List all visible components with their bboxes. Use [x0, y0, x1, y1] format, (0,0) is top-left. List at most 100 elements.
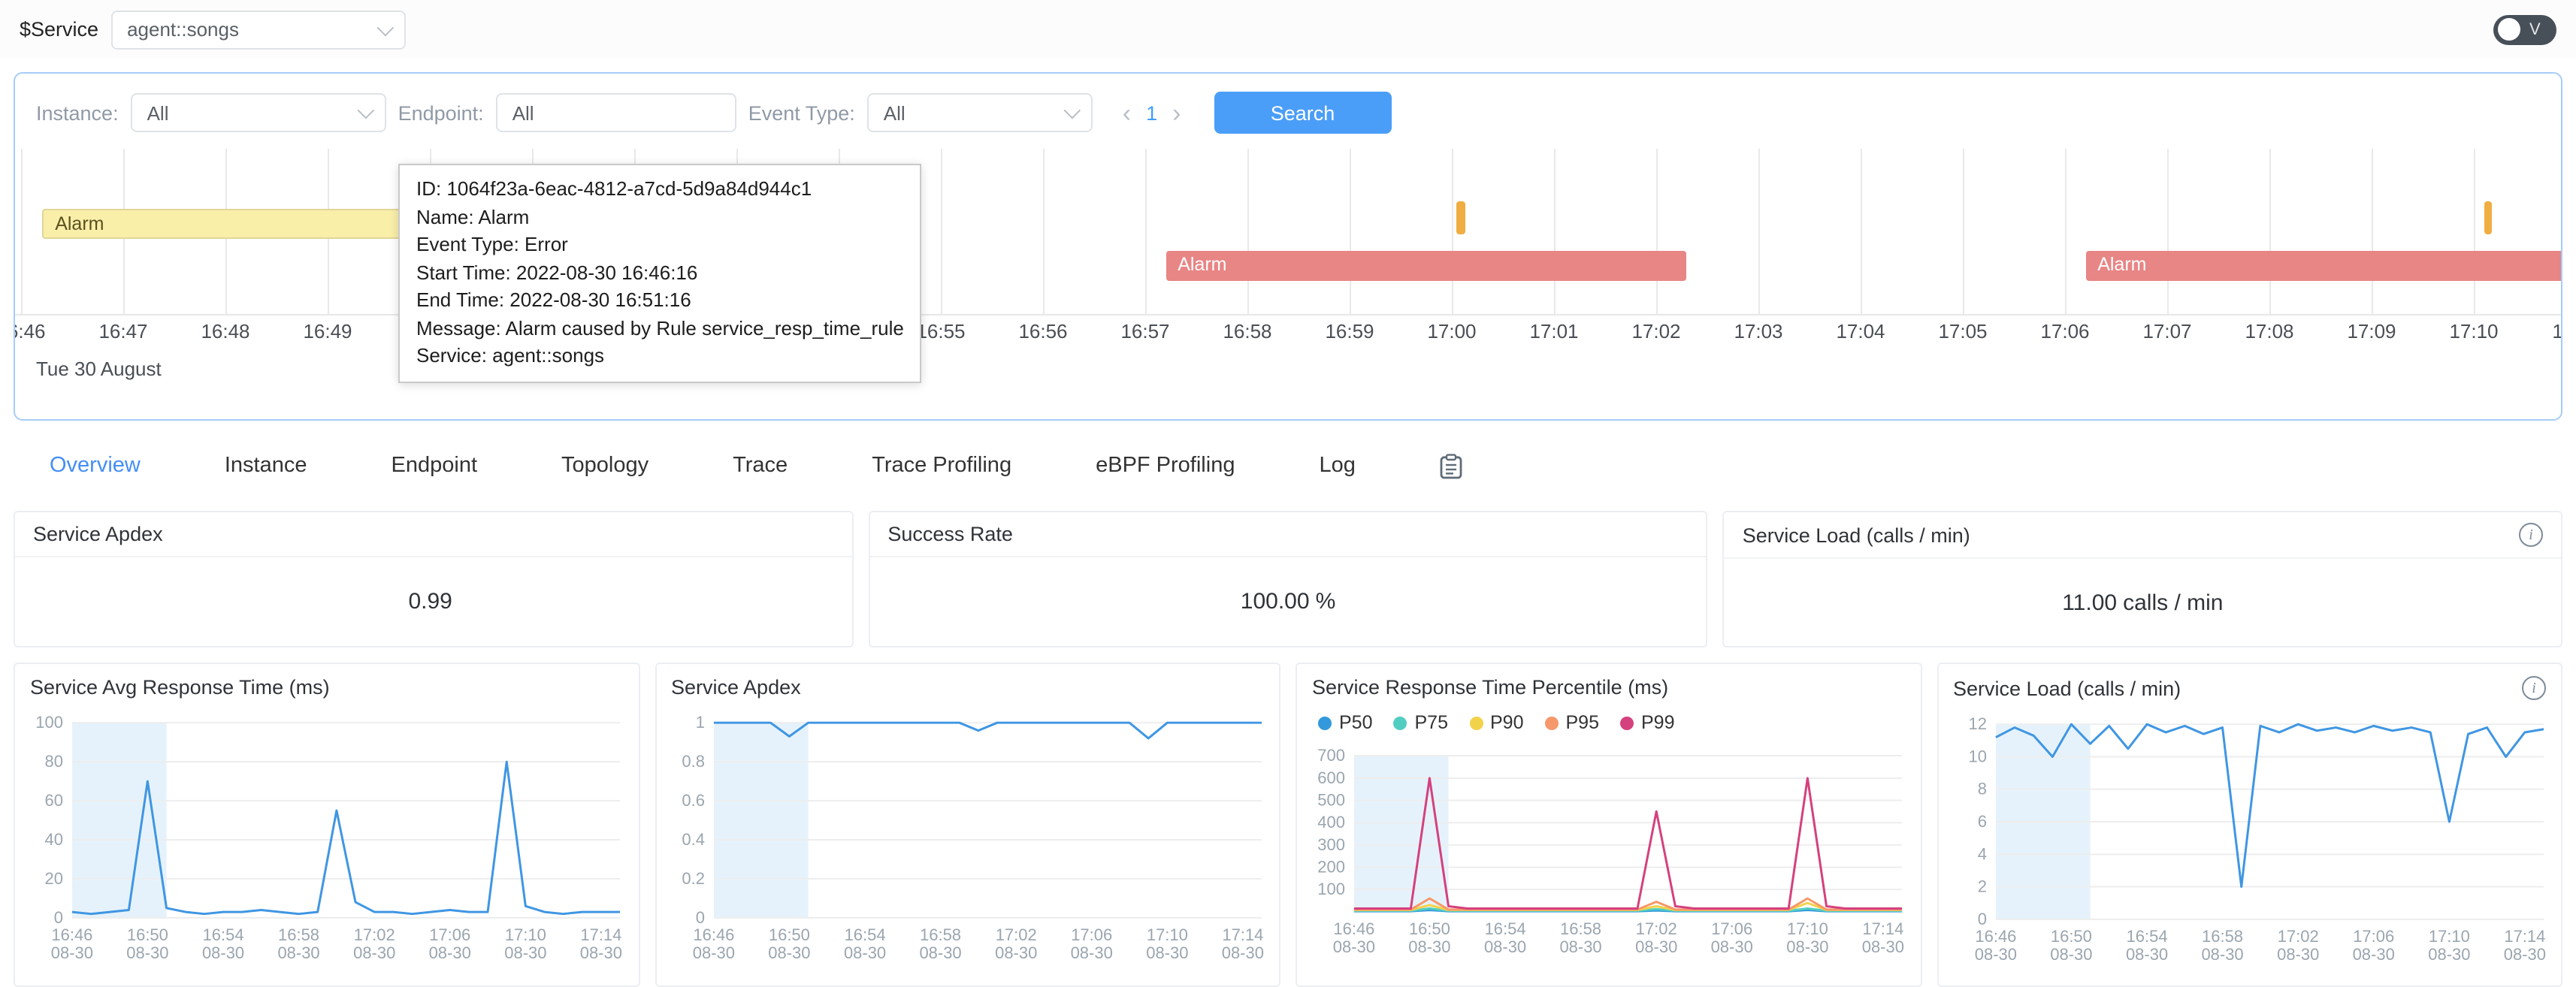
pagination: ‹ 1 ›	[1123, 100, 1181, 125]
svg-text:40: 40	[44, 830, 62, 849]
tab-endpoint[interactable]: Endpoint	[392, 454, 478, 478]
chart-card-percentile: Service Response Time Percentile (ms) P5…	[1296, 663, 1921, 987]
toggle-label: V	[2529, 20, 2541, 38]
time-tick-label: 16:49	[303, 320, 352, 343]
svg-text:16:5408-30: 16:5408-30	[843, 925, 885, 962]
tooltip-line: Start Time: 2022-08-30 16:46:16	[416, 259, 904, 287]
legend-item[interactable]: P99	[1620, 712, 1675, 733]
instance-label: Instance:	[36, 101, 119, 124]
tab-ebpf-profiling[interactable]: eBPF Profiling	[1096, 454, 1235, 478]
instance-select-value: All	[147, 101, 169, 124]
line-chart[interactable]: 10.80.60.40.2016:4608-3016:5008-3016:540…	[656, 708, 1279, 972]
legend-label: P90	[1490, 712, 1524, 733]
svg-text:17:0208-30: 17:0208-30	[1635, 919, 1677, 956]
chart-title: Service Load (calls / min)	[1953, 677, 2181, 699]
endpoint-input[interactable]	[496, 93, 736, 132]
svg-text:16:4608-30: 16:4608-30	[1974, 927, 2016, 964]
page-number[interactable]: 1	[1146, 101, 1157, 124]
tooltip-line: ID: 1064f23a-6eac-4812-a7cd-5d9a84d944c1	[416, 176, 904, 204]
svg-text:0: 0	[54, 908, 63, 927]
legend-item[interactable]: P90	[1469, 712, 1524, 733]
svg-text:8: 8	[1977, 780, 1986, 798]
chart-card-row: Service Avg Response Time (ms) 100806040…	[14, 663, 2562, 987]
legend-dot	[1545, 716, 1559, 729]
stat-card-service-apdex: Service Apdex 0.99	[14, 511, 853, 647]
svg-text:100: 100	[1317, 880, 1345, 898]
instance-select[interactable]: All	[131, 93, 386, 132]
chart-card-avg-response-time: Service Avg Response Time (ms) 100806040…	[14, 663, 639, 987]
legend-item[interactable]: P50	[1318, 712, 1373, 733]
svg-text:0: 0	[695, 908, 704, 927]
tab-bar: Overview Instance Endpoint Topology Trac…	[14, 445, 2562, 487]
legend-dot	[1620, 716, 1634, 729]
version-toggle[interactable]: V	[2493, 14, 2556, 44]
svg-text:16:5408-30: 16:5408-30	[2125, 927, 2167, 964]
line-chart[interactable]: 70060050040030020010016:4608-3016:5008-3…	[1297, 741, 1920, 966]
time-tick-label: 17:08	[2245, 320, 2293, 343]
svg-text:17:1408-30: 17:1408-30	[2503, 927, 2545, 964]
svg-text:1: 1	[695, 713, 704, 732]
svg-text:17:0608-30: 17:0608-30	[2352, 927, 2394, 964]
line-chart[interactable]: 12108642016:4608-3016:5008-3016:5408-301…	[1938, 709, 2561, 973]
event-marker[interactable]	[1457, 201, 1465, 234]
legend-item[interactable]: P95	[1545, 712, 1600, 733]
tab-log[interactable]: Log	[1319, 454, 1355, 478]
time-tick-label: 17:11	[2552, 320, 2562, 343]
time-tick-label: 17:06	[2040, 320, 2089, 343]
alarm-event-bar[interactable]: Alarm	[1166, 251, 1687, 281]
chart-card-service-load: Service Load (calls / min) i 12108642016…	[1937, 663, 2562, 987]
info-icon[interactable]: i	[2519, 523, 2543, 547]
tooltip-line: Service: agent::songs	[416, 343, 904, 370]
card-title: Service Load (calls / min)	[1743, 524, 1970, 546]
tab-topology[interactable]: Topology	[561, 454, 649, 478]
svg-text:17:0208-30: 17:0208-30	[994, 925, 1036, 962]
time-tick-label: 16:58	[1223, 320, 1271, 343]
svg-text:16:5408-30: 16:5408-30	[202, 925, 244, 962]
svg-text:200: 200	[1317, 858, 1345, 877]
svg-text:17:0208-30: 17:0208-30	[2276, 927, 2318, 964]
service-select[interactable]: agent::songs	[110, 10, 405, 49]
svg-text:2: 2	[1977, 877, 1986, 896]
time-tick-label: 16:57	[1120, 320, 1169, 343]
line-chart[interactable]: 10080604020016:4608-3016:5008-3016:5408-…	[15, 708, 638, 972]
svg-text:600: 600	[1317, 768, 1345, 787]
info-icon[interactable]: i	[2522, 676, 2546, 700]
legend-label: P95	[1566, 712, 1600, 733]
prev-page-icon[interactable]: ‹	[1123, 100, 1131, 125]
svg-text:80: 80	[44, 752, 62, 771]
event-type-select[interactable]: All	[867, 93, 1093, 132]
tab-trace-profiling[interactable]: Trace Profiling	[872, 454, 1011, 478]
chevron-down-icon	[357, 102, 374, 119]
event-marker[interactable]	[2484, 201, 2493, 234]
svg-text:400: 400	[1317, 813, 1345, 832]
time-tick-label: 16:56	[1018, 320, 1067, 343]
tab-overview[interactable]: Overview	[50, 454, 141, 478]
endpoint-label: Endpoint:	[398, 101, 484, 124]
clipboard-icon[interactable]	[1440, 453, 1462, 478]
time-tick-label: 17:07	[2142, 320, 2191, 343]
event-timeline[interactable]: 16:4616:4716:4816:4916:5016:5116:5216:53…	[15, 149, 2561, 407]
svg-text:0.8: 0.8	[681, 752, 704, 771]
svg-text:0.6: 0.6	[681, 791, 704, 810]
svg-text:16:4608-30: 16:4608-30	[51, 925, 93, 962]
tab-trace[interactable]: Trace	[733, 454, 788, 478]
event-type-label: Event Type:	[748, 101, 855, 124]
time-tick-label: 16:46	[14, 320, 46, 343]
legend-item[interactable]: P75	[1394, 712, 1449, 733]
tab-instance[interactable]: Instance	[225, 454, 307, 478]
svg-text:17:0208-30: 17:0208-30	[353, 925, 395, 962]
svg-text:0.4: 0.4	[681, 830, 704, 849]
svg-text:100: 100	[35, 713, 63, 732]
next-page-icon[interactable]: ›	[1172, 100, 1181, 125]
svg-text:17:1008-30: 17:1008-30	[504, 925, 546, 962]
chevron-down-icon	[1063, 102, 1081, 119]
legend-label: P99	[1641, 712, 1675, 733]
legend-dot	[1318, 716, 1332, 729]
alarm-event-bar[interactable]: Alarm	[2085, 251, 2562, 281]
legend-dot	[1469, 716, 1483, 729]
timeline-date: Tue 30 August	[36, 358, 162, 380]
svg-text:20: 20	[44, 869, 62, 888]
time-tick-label: 17:02	[1631, 320, 1680, 343]
time-tick-label: 17:04	[1836, 320, 1885, 343]
search-button[interactable]: Search	[1214, 92, 1392, 134]
